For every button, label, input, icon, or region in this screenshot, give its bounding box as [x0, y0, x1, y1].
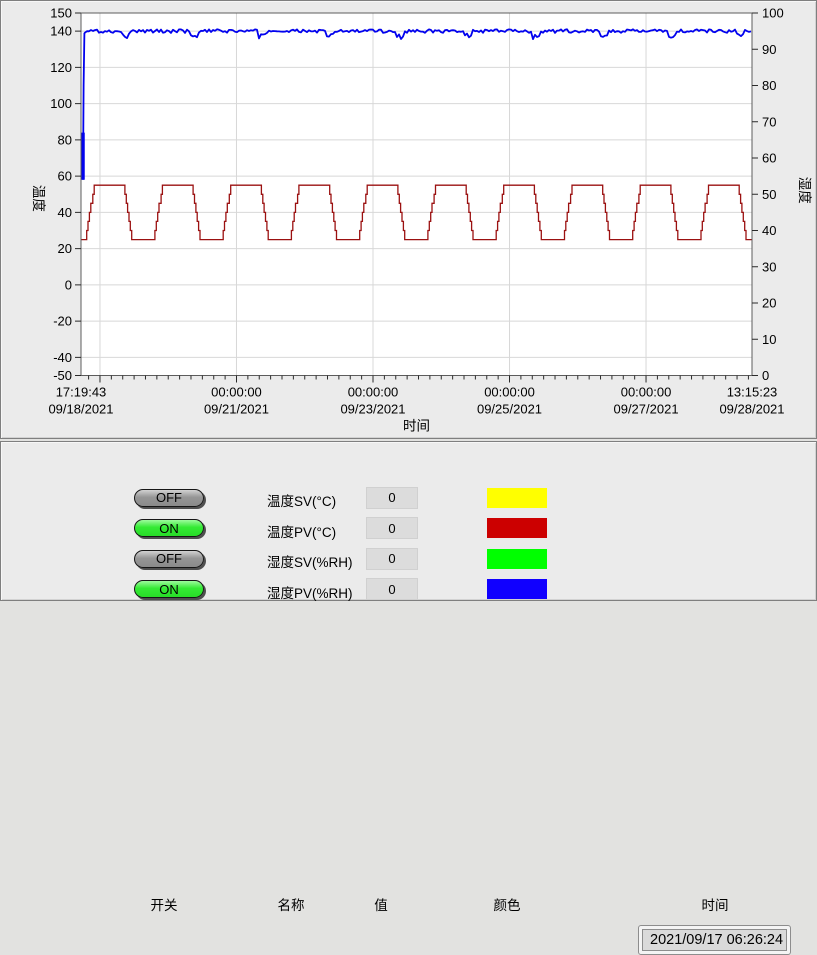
svg-text:20: 20	[762, 296, 776, 311]
svg-text:09/27/2021: 09/27/2021	[613, 402, 678, 417]
channel-label-temp-pv: 温度PV(°C)	[267, 521, 336, 541]
switch-button-temp-pv[interactable]: ON	[134, 519, 204, 537]
value-indicator-temp-sv: 0	[366, 487, 418, 509]
color-swatch-humid-pv[interactable]	[487, 579, 547, 599]
svg-text:00:00:00: 00:00:00	[621, 385, 672, 400]
svg-text:40: 40	[58, 205, 72, 220]
svg-text:120: 120	[50, 60, 72, 75]
x-axis-title: 时间	[403, 419, 430, 434]
svg-text:09/25/2021: 09/25/2021	[477, 402, 542, 417]
svg-text:13:15:23: 13:15:23	[727, 385, 778, 400]
chart-panel: 150140120100806040200-20-40-501009080706…	[0, 0, 817, 439]
svg-text:09/28/2021: 09/28/2021	[719, 402, 784, 417]
svg-text:50: 50	[762, 187, 776, 202]
svg-text:17:19:43: 17:19:43	[56, 385, 107, 400]
trend-chart: 150140120100806040200-20-40-501009080706…	[1, 1, 816, 436]
color-swatch-temp-pv[interactable]	[487, 518, 547, 538]
svg-text:00:00:00: 00:00:00	[211, 385, 262, 400]
header-name: 名称	[278, 894, 305, 914]
value-indicator-temp-pv: 0	[366, 517, 418, 539]
channel-label-humid-sv: 湿度SV(%RH)	[267, 551, 353, 571]
switch-button-humid-pv[interactable]: ON	[134, 580, 204, 598]
header-color: 颜色	[494, 894, 521, 914]
svg-text:30: 30	[762, 259, 776, 274]
svg-text:70: 70	[762, 114, 776, 129]
svg-text:80: 80	[58, 132, 72, 147]
svg-text:10: 10	[762, 332, 776, 347]
svg-text:100: 100	[762, 6, 784, 21]
svg-text:-40: -40	[53, 350, 72, 365]
svg-text:60: 60	[58, 169, 72, 184]
color-swatch-temp-sv[interactable]	[487, 488, 547, 508]
svg-text:00:00:00: 00:00:00	[348, 385, 399, 400]
value-indicator-humid-sv: 0	[366, 548, 418, 570]
svg-text:0: 0	[65, 277, 72, 292]
svg-text:90: 90	[762, 42, 776, 57]
svg-text:09/23/2021: 09/23/2021	[340, 402, 405, 417]
svg-text:-50: -50	[53, 368, 72, 383]
y-left-axis-title: 温度	[31, 185, 46, 212]
color-swatch-humid-sv[interactable]	[487, 549, 547, 569]
svg-text:80: 80	[762, 78, 776, 93]
time-display-value: 2021/09/17 06:26:24	[642, 929, 787, 951]
y-right-axis-title: 湿度	[797, 177, 812, 204]
svg-text:60: 60	[762, 151, 776, 166]
svg-text:00:00:00: 00:00:00	[484, 385, 535, 400]
svg-text:09/18/2021: 09/18/2021	[48, 402, 113, 417]
svg-text:09/21/2021: 09/21/2021	[204, 402, 269, 417]
hmi-window: { "colors":{ "panel_bg":"#ebebeb", "plot…	[0, 0, 817, 599]
svg-text:0: 0	[762, 368, 769, 383]
switch-button-humid-sv[interactable]: OFF	[134, 550, 204, 568]
control-panel: 开关 名称 值 颜色 时间 OFF 温度SV(°C) 0 ON 温度PV(°C)…	[0, 441, 817, 601]
header-switch: 开关	[151, 894, 178, 914]
time-display: 2021/09/17 06:26:24	[638, 925, 791, 955]
svg-text:150: 150	[50, 6, 72, 21]
svg-text:100: 100	[50, 96, 72, 111]
value-indicator-humid-pv: 0	[366, 578, 418, 600]
svg-text:20: 20	[58, 241, 72, 256]
header-time: 时间	[702, 894, 729, 914]
svg-text:140: 140	[50, 24, 72, 39]
switch-button-temp-sv[interactable]: OFF	[134, 489, 204, 507]
svg-text:-20: -20	[53, 314, 72, 329]
header-value: 值	[374, 894, 388, 914]
svg-text:40: 40	[762, 223, 776, 238]
channel-label-temp-sv: 温度SV(°C)	[267, 490, 336, 510]
